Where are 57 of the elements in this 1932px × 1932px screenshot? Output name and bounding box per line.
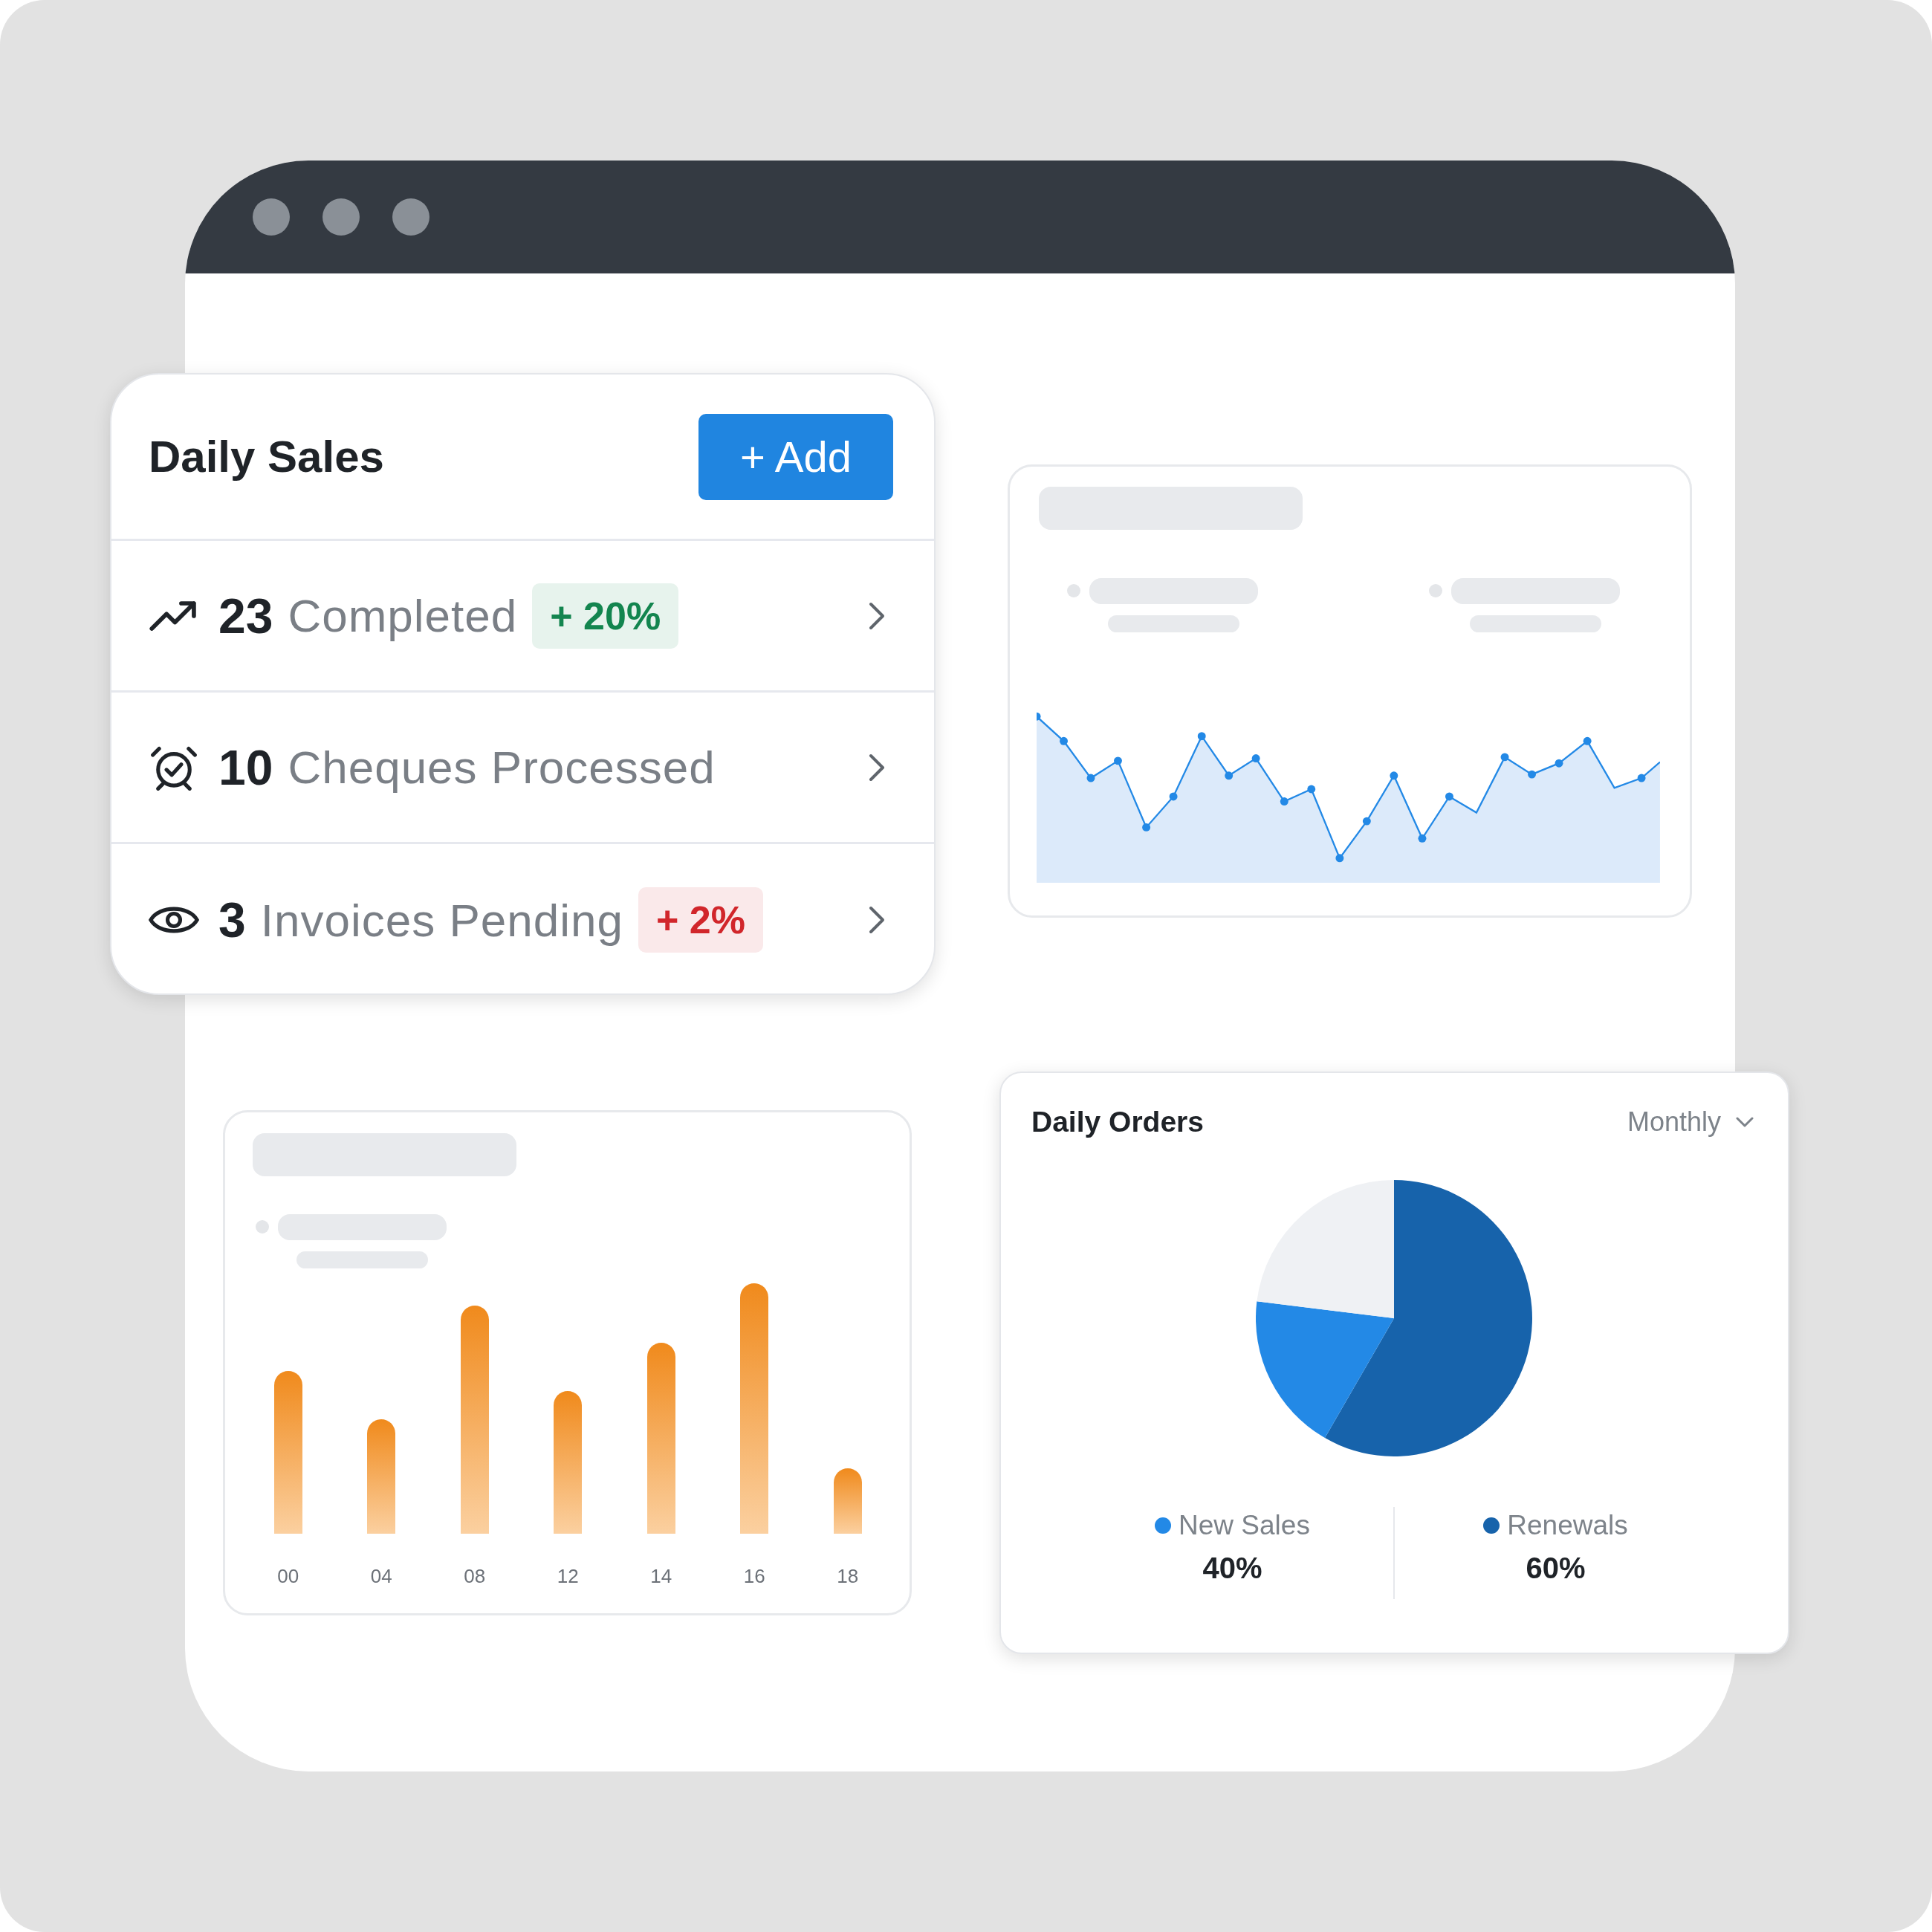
data-point bbox=[1500, 753, 1509, 762]
skeleton-dot bbox=[256, 1220, 269, 1234]
chevron-right-icon bbox=[868, 905, 886, 935]
data-point bbox=[1528, 770, 1536, 779]
window-control-icon[interactable] bbox=[392, 198, 429, 236]
legend-value: 60% bbox=[1526, 1552, 1586, 1585]
data-point bbox=[1060, 736, 1068, 745]
data-point bbox=[1251, 754, 1260, 762]
legend-label: Renewals bbox=[1507, 1510, 1628, 1541]
stat-row[interactable]: 23 Completed + 20% bbox=[111, 541, 934, 693]
data-point bbox=[1307, 785, 1316, 794]
period-dropdown[interactable]: Monthly bbox=[1627, 1106, 1754, 1138]
data-point bbox=[1037, 712, 1041, 721]
stat-label: Invoices Pending bbox=[260, 893, 623, 947]
stat-row[interactable]: 3 Invoices Pending + 2% bbox=[111, 844, 934, 993]
data-point bbox=[1637, 774, 1646, 782]
data-point bbox=[1583, 736, 1592, 745]
skeleton-dot bbox=[1429, 584, 1442, 597]
stat-row[interactable]: 10 Cheques Processed bbox=[111, 693, 934, 844]
data-point bbox=[1225, 771, 1234, 780]
data-point bbox=[1197, 732, 1206, 741]
skeleton-dot bbox=[1067, 584, 1080, 597]
card-title: Daily Orders bbox=[1031, 1106, 1204, 1138]
data-point bbox=[1280, 797, 1288, 806]
data-point bbox=[1114, 756, 1122, 765]
data-point bbox=[1445, 792, 1453, 801]
legend-value: 40% bbox=[1202, 1552, 1262, 1585]
stat-count: 3 bbox=[218, 892, 246, 948]
chevron-right-icon bbox=[868, 752, 886, 782]
axis-label: 14 bbox=[650, 1565, 672, 1588]
stat-label: Completed bbox=[288, 589, 518, 642]
legend-label: New Sales bbox=[1179, 1510, 1310, 1541]
stat-count: 10 bbox=[218, 739, 273, 796]
add-button[interactable]: + Add bbox=[698, 413, 893, 500]
card-title: Daily Sales bbox=[149, 431, 384, 482]
axis-label: 08 bbox=[464, 1565, 486, 1588]
data-point bbox=[1390, 771, 1398, 780]
change-badge: + 2% bbox=[638, 887, 763, 953]
axis-label: 18 bbox=[837, 1565, 859, 1588]
data-point bbox=[1142, 823, 1151, 832]
data-point bbox=[1169, 792, 1178, 801]
data-point bbox=[1418, 834, 1427, 843]
axis-label: 16 bbox=[743, 1565, 765, 1588]
axis-label: 12 bbox=[557, 1565, 579, 1588]
data-point bbox=[1086, 774, 1095, 782]
axis-label: 00 bbox=[277, 1565, 299, 1588]
data-point bbox=[1555, 759, 1563, 768]
window-control-icon[interactable] bbox=[253, 198, 290, 236]
data-point bbox=[1335, 854, 1344, 863]
change-badge: + 20% bbox=[532, 583, 679, 649]
axis-label: 04 bbox=[370, 1565, 392, 1588]
chevron-down-icon bbox=[1736, 1117, 1754, 1127]
chevron-right-icon bbox=[868, 600, 886, 631]
data-point bbox=[1362, 817, 1371, 826]
stat-label: Cheques Processed bbox=[288, 741, 716, 794]
window-control-icon[interactable] bbox=[322, 198, 360, 236]
stat-count: 23 bbox=[218, 587, 273, 644]
